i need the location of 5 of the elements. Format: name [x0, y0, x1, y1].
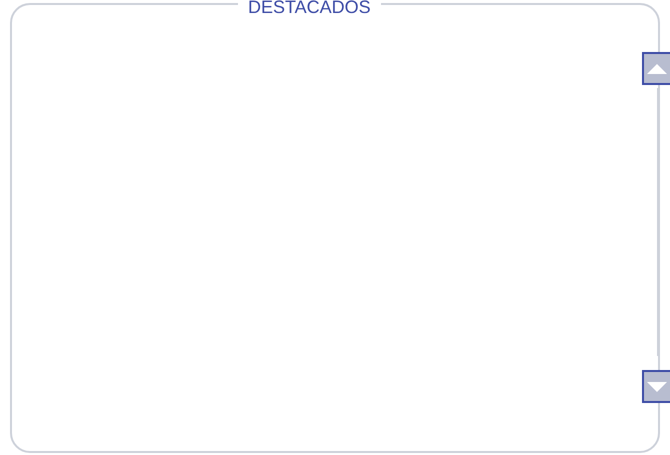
panel-title: DESTACADOS [238, 0, 381, 16]
scroll-down-button[interactable] [642, 370, 670, 403]
down-triangle-icon [646, 380, 668, 392]
up-triangle-icon [646, 62, 668, 74]
scroll-up-button[interactable] [642, 52, 670, 85]
